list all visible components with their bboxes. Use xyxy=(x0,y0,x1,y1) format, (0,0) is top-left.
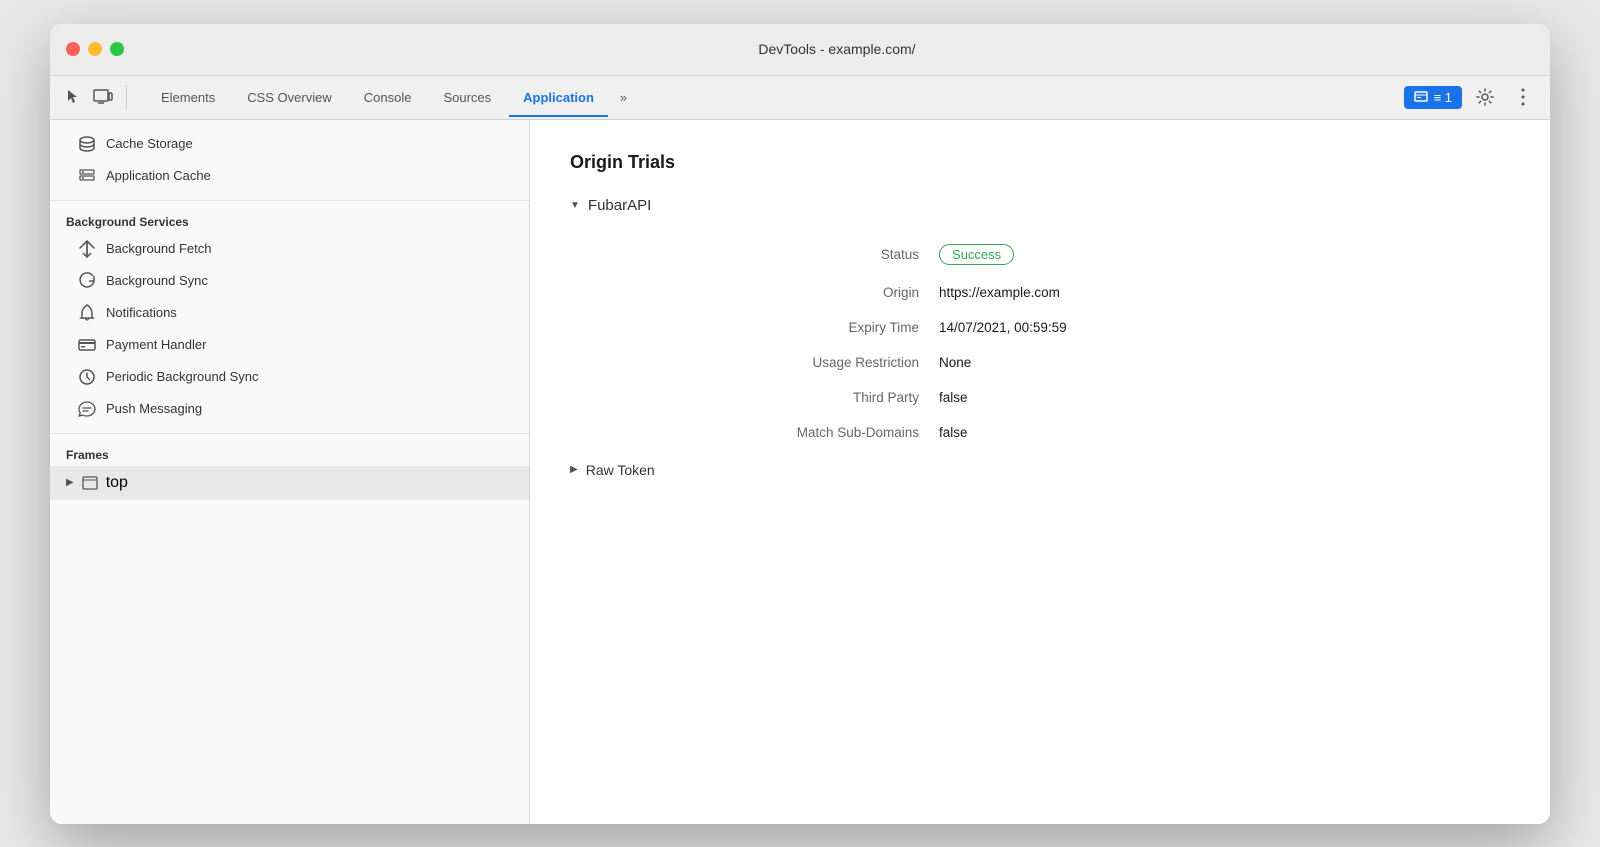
application-cache-icon xyxy=(78,167,96,185)
sidebar-item-notifications[interactable]: Notifications xyxy=(50,297,529,329)
sidebar-item-background-fetch[interactable]: Background Fetch xyxy=(50,233,529,265)
status-label: Status xyxy=(570,234,939,275)
sidebar-item-cache-storage[interactable]: Cache Storage xyxy=(50,128,529,160)
tab-application[interactable]: Application xyxy=(509,84,608,111)
periodic-background-sync-label: Periodic Background Sync xyxy=(106,369,258,384)
tab-css-overview[interactable]: CSS Overview xyxy=(233,84,346,111)
messages-icon xyxy=(1414,91,1428,103)
sidebar-item-periodic-background-sync[interactable]: Periodic Background Sync xyxy=(50,361,529,393)
third-party-row: Third Party false xyxy=(570,380,1270,415)
cache-storage-label: Cache Storage xyxy=(106,136,193,151)
page-title: Origin Trials xyxy=(570,152,1510,173)
api-expand-triangle: ▼ xyxy=(570,200,580,211)
origin-row: Origin https://example.com xyxy=(570,275,1270,310)
background-sync-label: Background Sync xyxy=(106,273,208,288)
sidebar: Cache Storage Application Cache xyxy=(50,120,530,824)
traffic-lights xyxy=(66,42,124,56)
tab-bar-left xyxy=(62,85,131,109)
third-party-label: Third Party xyxy=(570,380,939,415)
frames-expand-icon: ▶ xyxy=(66,477,74,488)
payment-handler-icon xyxy=(78,336,96,354)
expiry-label: Expiry Time xyxy=(570,310,939,345)
cursor-icon[interactable] xyxy=(62,86,84,108)
tab-sources[interactable]: Sources xyxy=(429,84,505,111)
device-icon[interactable] xyxy=(92,86,114,108)
api-name: FubarAPI xyxy=(588,197,651,214)
raw-token-label: Raw Token xyxy=(586,462,655,478)
background-services-title: Background Services xyxy=(50,209,529,233)
cache-storage-icon xyxy=(78,135,96,153)
notifications-label: Notifications xyxy=(106,305,177,320)
api-header[interactable]: ▼ FubarAPI xyxy=(570,197,1510,214)
usage-row: Usage Restriction None xyxy=(570,345,1270,380)
sidebar-item-frames-top[interactable]: ▶ top xyxy=(50,466,529,500)
tab-bar: Elements CSS Overview Console Sources Ap… xyxy=(50,76,1550,120)
content-panel: Origin Trials ▼ FubarAPI Status Success … xyxy=(530,120,1550,824)
raw-token-row[interactable]: ▶ Raw Token xyxy=(570,462,1510,478)
status-value: Success xyxy=(939,234,1270,275)
payment-handler-label: Payment Handler xyxy=(106,337,206,352)
match-sub-label: Match Sub-Domains xyxy=(570,415,939,450)
tab-more[interactable]: » xyxy=(612,86,635,109)
cache-section: Cache Storage Application Cache xyxy=(50,120,529,201)
tab-elements[interactable]: Elements xyxy=(147,84,229,111)
api-section: ▼ FubarAPI Status Success Origin https:/… xyxy=(570,197,1510,478)
sidebar-item-application-cache[interactable]: Application Cache xyxy=(50,160,529,192)
status-badge: Success xyxy=(939,244,1014,265)
origin-label: Origin xyxy=(570,275,939,310)
more-options-button[interactable] xyxy=(1508,82,1538,112)
tab-divider xyxy=(126,85,127,109)
maximize-button[interactable] xyxy=(110,42,124,56)
sidebar-item-payment-handler[interactable]: Payment Handler xyxy=(50,329,529,361)
origin-value: https://example.com xyxy=(939,275,1270,310)
raw-token-triangle: ▶ xyxy=(570,464,578,475)
match-sub-row: Match Sub-Domains false xyxy=(570,415,1270,450)
application-cache-label: Application Cache xyxy=(106,168,211,183)
frames-title: Frames xyxy=(50,442,529,466)
api-details: Status Success Origin https://example.co… xyxy=(570,234,1270,450)
settings-button[interactable] xyxy=(1470,82,1500,112)
periodic-background-sync-icon xyxy=(78,368,96,386)
expiry-row: Expiry Time 14/07/2021, 00:59:59 xyxy=(570,310,1270,345)
messages-badge[interactable]: ≡ 1 xyxy=(1404,86,1462,109)
sidebar-item-background-sync[interactable]: Background Sync xyxy=(50,265,529,297)
usage-label: Usage Restriction xyxy=(570,345,939,380)
frames-section: Frames ▶ top xyxy=(50,434,529,508)
background-services-section: Background Services xyxy=(50,201,529,434)
expiry-value: 14/07/2021, 00:59:59 xyxy=(939,310,1270,345)
status-row: Status Success xyxy=(570,234,1270,275)
match-sub-value: false xyxy=(939,415,1270,450)
title-bar: DevTools - example.com/ xyxy=(50,24,1550,76)
devtools-window: DevTools - example.com/ Elements CSS xyxy=(50,24,1550,824)
background-fetch-icon xyxy=(78,240,96,258)
tab-console[interactable]: Console xyxy=(350,84,426,111)
background-sync-icon xyxy=(78,272,96,290)
tab-bar-right: ≡ 1 xyxy=(1404,82,1538,112)
third-party-value: false xyxy=(939,380,1270,415)
close-button[interactable] xyxy=(66,42,80,56)
push-messaging-label: Push Messaging xyxy=(106,401,202,416)
window-title: DevTools - example.com/ xyxy=(140,41,1534,57)
minimize-button[interactable] xyxy=(88,42,102,56)
background-fetch-label: Background Fetch xyxy=(106,241,212,256)
frames-top-icon xyxy=(82,476,98,490)
usage-value: None xyxy=(939,345,1270,380)
sidebar-item-push-messaging[interactable]: Push Messaging xyxy=(50,393,529,425)
push-messaging-icon xyxy=(78,400,96,418)
notifications-icon xyxy=(78,304,96,322)
main-content: Cache Storage Application Cache xyxy=(50,120,1550,824)
frames-top-label: top xyxy=(106,474,128,492)
